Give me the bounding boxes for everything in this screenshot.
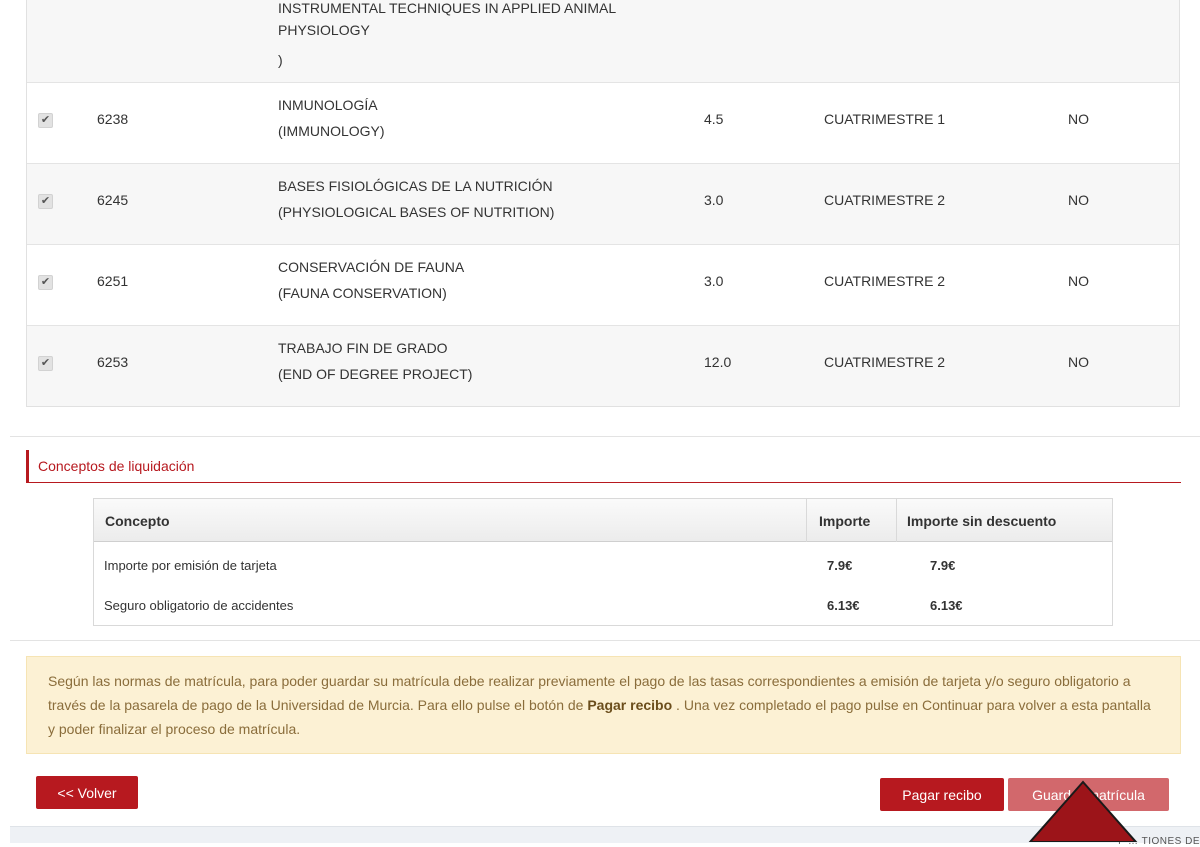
course-flag: NO — [1068, 192, 1089, 208]
fees-table: Concepto Importe Importe sin descuento I… — [93, 498, 1113, 626]
fees-section-header: Conceptos de liquidación — [26, 450, 1181, 483]
check-icon: ✔ — [40, 114, 51, 126]
section-underline — [26, 482, 1181, 483]
course-flag: NO — [1068, 273, 1089, 289]
course-flag: NO — [1068, 354, 1089, 370]
divider — [10, 640, 1200, 641]
course-name-en: (PHYSIOLOGICAL BASES OF NUTRITION) — [278, 204, 555, 220]
column-separator — [896, 499, 897, 542]
course-checkbox[interactable]: ✔ — [38, 356, 53, 371]
course-name-es: BASES FISIOLÓGICAS DE LA NUTRICIÓN — [278, 178, 553, 194]
course-name-line: ) — [278, 52, 283, 68]
course-credits: 12.0 — [704, 354, 732, 370]
course-row: ✔ 6253 TRABAJO FIN DE GRADO (END OF DEGR… — [27, 325, 1179, 406]
course-name-line: PHYSIOLOGY — [278, 22, 370, 38]
course-credits: 4.5 — [704, 111, 724, 127]
fee-concept: Seguro obligatorio de accidentes — [104, 598, 294, 613]
course-credits: 3.0 — [704, 192, 724, 208]
course-name-en: (IMMUNOLOGY) — [278, 123, 385, 139]
fee-concept: Importe por emisión de tarjeta — [104, 558, 277, 573]
course-flag: NO — [1068, 111, 1089, 127]
course-name-es: TRABAJO FIN DE GRADO — [278, 340, 448, 356]
course-code: 6245 — [97, 192, 129, 208]
notice-emphasis: Pagar recibo — [587, 697, 673, 713]
check-icon: ✔ — [40, 195, 51, 207]
course-checkbox[interactable]: ✔ — [38, 113, 53, 128]
course-checkbox[interactable]: ✔ — [38, 194, 53, 209]
fee-amount: 6.13€ — [827, 598, 860, 613]
divider — [10, 436, 1200, 437]
footer-bar: F … TIONES DE — [10, 826, 1200, 847]
course-checkbox[interactable]: ✔ — [38, 275, 53, 290]
course-name-en: (END OF DEGREE PROJECT) — [278, 366, 473, 382]
course-row: ✔ 6251 CONSERVACIÓN DE FAUNA (FAUNA CONS… — [27, 244, 1179, 325]
header-concept: Concepto — [105, 513, 170, 529]
course-name-es: INMUNOLOGÍA — [278, 97, 378, 113]
course-period: CUATRIMESTRE 2 — [824, 192, 946, 208]
course-period: CUATRIMESTRE 1 — [824, 111, 946, 127]
back-button[interactable]: << Volver — [36, 776, 138, 809]
course-code: 6251 — [97, 273, 129, 289]
course-period: CUATRIMESTRE 2 — [824, 273, 946, 289]
course-row: ✔ 6238 INMUNOLOGÍA (IMMUNOLOGY) 4.5 CUAT… — [27, 82, 1179, 163]
course-row: ✔ 6245 BASES FISIOLÓGICAS DE LA NUTRICIÓ… — [27, 163, 1179, 244]
check-icon: ✔ — [40, 276, 51, 288]
header-amount: Importe — [819, 513, 871, 529]
fee-amount-no-discount: 7.9€ — [930, 558, 956, 573]
header-amount-no-discount: Importe sin descuento — [907, 513, 1057, 529]
course-code: 6238 — [97, 111, 129, 127]
course-name-line: INSTRUMENTAL TECHNIQUES IN APPLIED ANIMA… — [278, 0, 617, 16]
pay-receipt-button[interactable]: Pagar recibo — [880, 778, 1004, 811]
payment-notice: Según las normas de matrícula, para pode… — [26, 656, 1181, 754]
cursor-arrow-icon — [1028, 780, 1138, 842]
course-code: 6253 — [97, 354, 129, 370]
course-row-partial: INSTRUMENTAL TECHNIQUES IN APPLIED ANIMA… — [27, 0, 1179, 82]
course-credits: 3.0 — [704, 273, 724, 289]
course-name-es: CONSERVACIÓN DE FAUNA — [278, 259, 465, 275]
fee-amount-no-discount: 6.13€ — [930, 598, 963, 613]
course-name-en: (FAUNA CONSERVATION) — [278, 285, 447, 301]
fees-table-header: Concepto Importe Importe sin descuento — [94, 499, 1112, 542]
section-title: Conceptos de liquidación — [38, 458, 195, 474]
courses-table: INSTRUMENTAL TECHNIQUES IN APPLIED ANIMA… — [26, 0, 1180, 407]
column-separator — [806, 499, 807, 542]
section-accent-bar — [26, 450, 29, 483]
check-icon: ✔ — [40, 357, 51, 369]
course-period: CUATRIMESTRE 2 — [824, 354, 946, 370]
fee-amount: 7.9€ — [827, 558, 853, 573]
